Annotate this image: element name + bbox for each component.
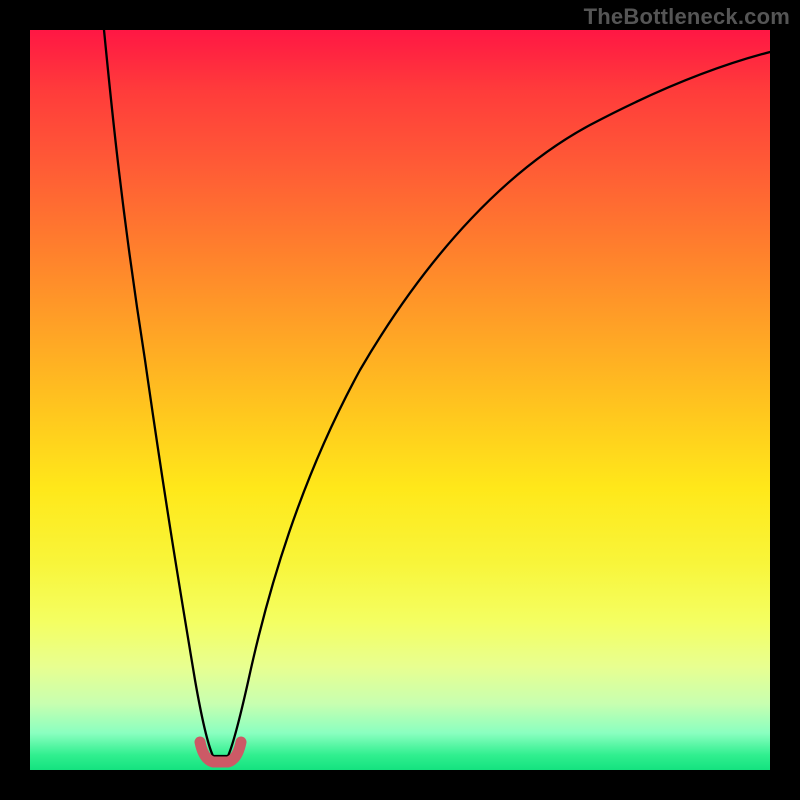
plot-area (30, 30, 770, 770)
chart-frame: TheBottleneck.com (0, 0, 800, 800)
bottleneck-curve-path (104, 30, 770, 756)
optimal-marker (200, 742, 241, 762)
watermark-text: TheBottleneck.com (584, 4, 790, 30)
curve-svg (30, 30, 770, 770)
